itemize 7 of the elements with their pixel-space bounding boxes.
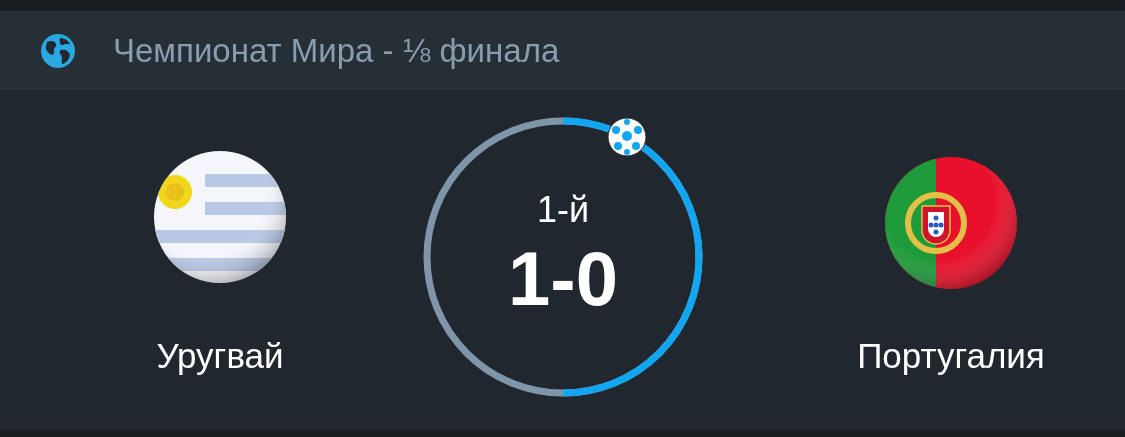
soccer-ball-icon xyxy=(607,117,647,157)
match-score: 1-0 xyxy=(508,241,618,317)
globe-icon xyxy=(40,32,76,69)
match-period: 1-й xyxy=(536,189,590,231)
team-name: Уругвай xyxy=(156,336,284,376)
team-name: Португалия xyxy=(857,336,1045,376)
tournament-title: Чемпионат Мира - ⅛ финала xyxy=(113,31,560,70)
